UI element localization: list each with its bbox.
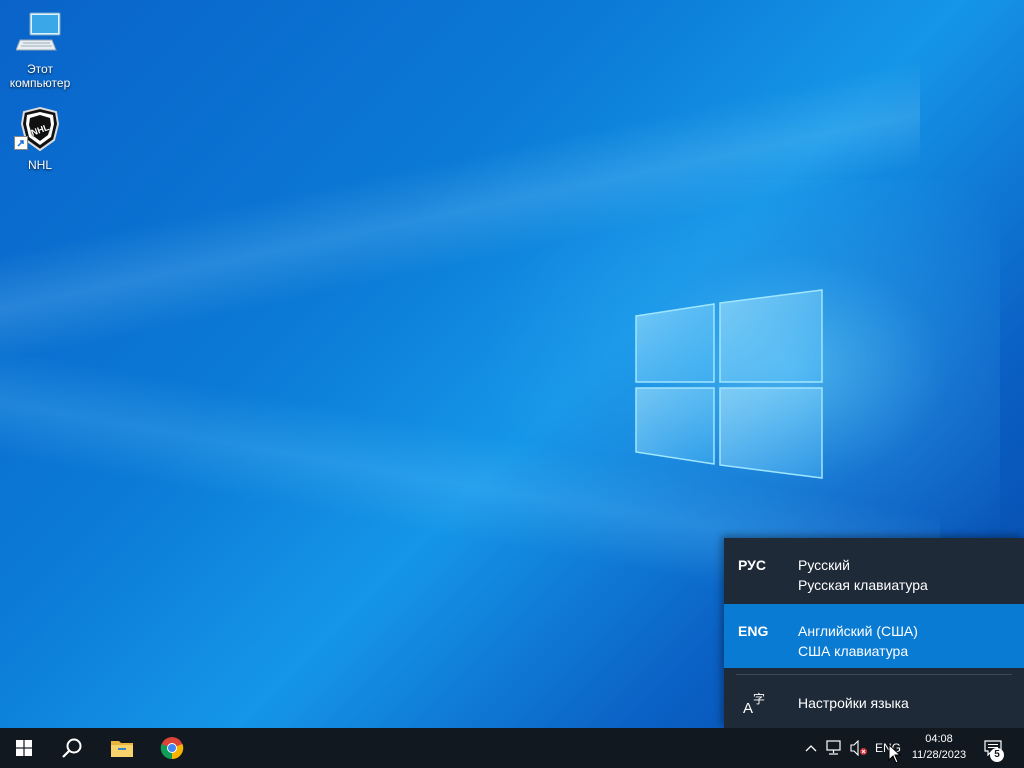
- shortcut-arrow-icon: [14, 136, 28, 150]
- language-name: Русский: [798, 557, 850, 573]
- language-code: РУС: [738, 557, 766, 573]
- taskbar-app-file-explorer[interactable]: [98, 728, 146, 768]
- nhl-shortcut-icon: NHL: [14, 106, 64, 154]
- notification-count-badge: 5: [990, 748, 1004, 762]
- start-button[interactable]: [0, 728, 48, 768]
- windows-start-icon: [16, 740, 32, 756]
- desktop-icon-label: NHL: [27, 158, 52, 172]
- language-code: ENG: [738, 623, 769, 639]
- clock-date: 11/28/2023: [911, 749, 967, 761]
- language-settings-link[interactable]: A 字 Настройки языка: [724, 678, 1024, 728]
- taskbar-app-chrome[interactable]: [148, 728, 196, 768]
- chrome-icon: [160, 737, 184, 760]
- computer-icon: [15, 10, 64, 58]
- language-option-english[interactable]: ENG Английский (США) США клавиатура: [724, 604, 1024, 668]
- language-option-russian[interactable]: РУС Русский Русская клавиатура: [724, 538, 1024, 602]
- keyboard-layout-name: Русская клавиатура: [798, 577, 928, 593]
- folder-icon: [111, 741, 133, 757]
- windows-wallpaper-logo: [635, 289, 823, 479]
- language-name: Английский (США): [798, 623, 918, 639]
- language-settings-icon: A 字: [743, 691, 765, 716]
- desktop-icon-this-pc[interactable]: Этот компьютер: [2, 10, 78, 90]
- taskbar: ENG 04:08 11/28/2023: [0, 728, 1024, 768]
- svg-text:字: 字: [753, 691, 765, 706]
- desktop-icon-nhl[interactable]: NHL NHL: [2, 106, 78, 172]
- language-settings-label: Настройки языка: [798, 695, 909, 711]
- speaker-muted-icon: [850, 740, 867, 756]
- search-icon: [62, 738, 82, 758]
- volume-tray-button[interactable]: [848, 728, 870, 768]
- desktop-icon-label: Этот компьютер: [9, 62, 71, 90]
- search-button[interactable]: [48, 728, 96, 768]
- show-hidden-icons-button[interactable]: [802, 728, 820, 768]
- mouse-cursor-icon: [888, 744, 902, 764]
- network-icon: [826, 740, 841, 755]
- svg-text:A: A: [743, 700, 753, 716]
- clock[interactable]: 04:08 11/28/2023: [906, 731, 972, 763]
- network-tray-button[interactable]: [824, 728, 846, 768]
- keyboard-layout-name: США клавиатура: [798, 643, 909, 659]
- chevron-up-icon: [805, 745, 817, 752]
- language-switcher-popup: РУС Русский Русская клавиатура ENG Англи…: [724, 538, 1024, 728]
- divider: [736, 674, 1012, 675]
- clock-time: 04:08: [925, 733, 953, 745]
